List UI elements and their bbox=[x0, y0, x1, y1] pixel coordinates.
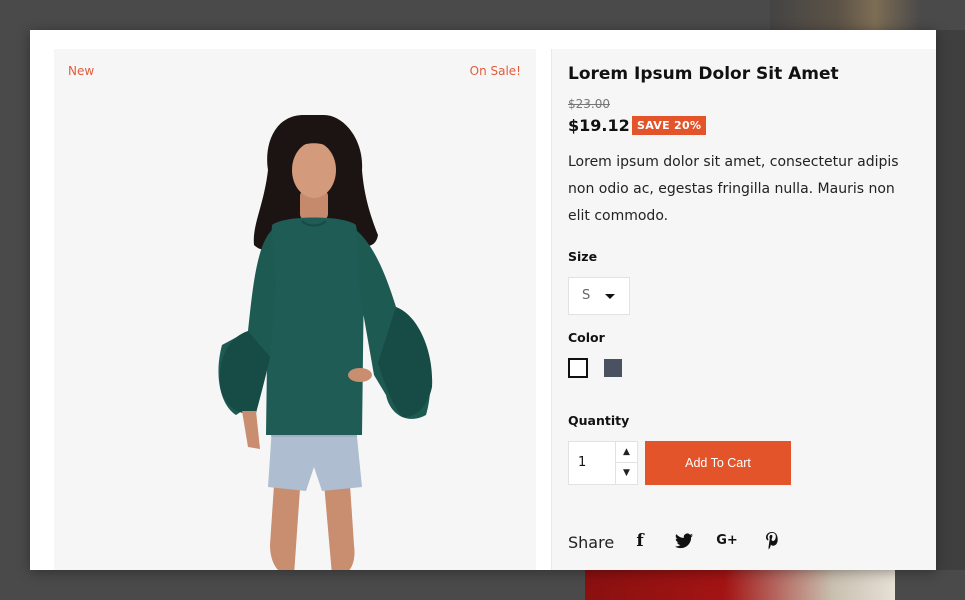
old-price: $23.00 bbox=[568, 97, 610, 111]
quantity-label: Quantity bbox=[568, 413, 630, 428]
description-line: non odio ac, egestas fringilla nulla. Ma… bbox=[568, 181, 895, 197]
chevron-up-icon[interactable]: ▲ bbox=[616, 442, 637, 463]
size-selected-value: S bbox=[582, 288, 591, 303]
color-label: Color bbox=[568, 330, 605, 345]
facebook-icon[interactable]: f bbox=[628, 529, 652, 553]
color-swatch-slate[interactable] bbox=[604, 359, 622, 377]
product-info-panel: Lorem Ipsum Dolor Sit Amet $23.00 $19.12… bbox=[551, 49, 936, 570]
pinterest-icon[interactable] bbox=[760, 529, 784, 553]
description-line: Lorem ipsum dolor sit amet, consectetur … bbox=[568, 154, 899, 170]
background-page-bottom bbox=[585, 570, 895, 600]
product-image-panel: New On Sale! bbox=[54, 49, 536, 570]
background-page-right bbox=[936, 30, 965, 570]
color-swatch-white[interactable] bbox=[568, 358, 588, 378]
google-plus-icon[interactable]: G+ bbox=[715, 529, 739, 553]
chevron-down-icon[interactable]: ▼ bbox=[616, 463, 637, 484]
add-to-cart-button[interactable]: Add To Cart bbox=[645, 441, 791, 485]
share-label: Share bbox=[568, 533, 615, 552]
chevron-down-icon bbox=[605, 294, 615, 299]
save-badge: SAVE 20% bbox=[632, 116, 707, 135]
description-line: elit commodo. bbox=[568, 208, 669, 224]
product-photo bbox=[218, 115, 433, 570]
background-page-top bbox=[770, 0, 920, 30]
quick-view-modal: New On Sale! Lorem Ipsum Dolor Sit Amet … bbox=[30, 30, 936, 570]
current-price: $19.12 bbox=[568, 116, 630, 135]
new-badge: New bbox=[68, 64, 95, 78]
quantity-arrows: ▲ ▼ bbox=[615, 442, 637, 484]
on-sale-badge: On Sale! bbox=[469, 64, 521, 78]
size-label: Size bbox=[568, 249, 598, 264]
product-description: Lorem ipsum dolor sit amet, consectetur … bbox=[568, 149, 936, 230]
twitter-icon[interactable] bbox=[672, 529, 696, 553]
quantity-value[interactable]: 1 bbox=[578, 455, 586, 470]
size-select[interactable]: S bbox=[568, 277, 630, 315]
quantity-stepper[interactable]: 1 ▲ ▼ bbox=[568, 441, 638, 485]
product-title: Lorem Ipsum Dolor Sit Amet bbox=[568, 64, 839, 84]
